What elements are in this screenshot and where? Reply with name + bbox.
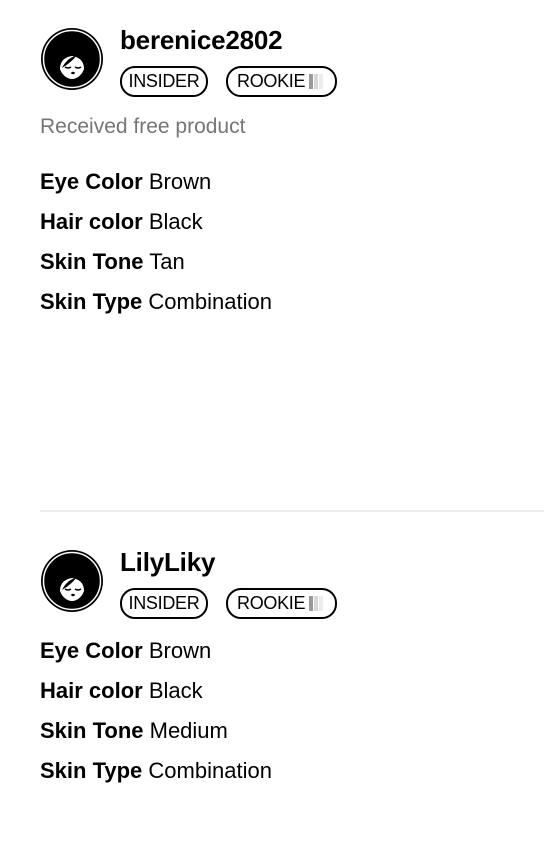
reviewer-badges: INSIDER ROOKIE	[120, 66, 337, 97]
rookie-badge-label: ROOKIE	[237, 593, 306, 613]
trait-label: Skin Type	[40, 758, 143, 783]
trait-value: Tan	[149, 249, 185, 274]
reviewer-header: berenice2802 INSIDER ROOKIE	[40, 24, 544, 97]
trait-label: Skin Tone	[40, 718, 144, 743]
review-divider	[40, 510, 544, 512]
reviewer-username[interactable]: LilyLiky	[120, 547, 215, 577]
reviewer-traits: Eye Color Brown Hair color Black Skin To…	[40, 638, 544, 798]
trait-value: Combination	[148, 758, 272, 783]
reviewer-header: LilyLiky INSIDER ROOKIE	[40, 546, 544, 619]
rookie-badge[interactable]: ROOKIE	[226, 66, 337, 97]
rank-meter-icon	[309, 596, 324, 611]
review-card: berenice2802 INSIDER ROOKIE Received fre…	[40, 24, 544, 329]
trait-value: Combination	[148, 289, 272, 314]
trait-value: Black	[148, 678, 203, 703]
trait-skin-type: Skin Type Combination	[40, 289, 544, 329]
trait-eye-color: Eye Color Brown	[40, 169, 544, 209]
rookie-badge-label: ROOKIE	[237, 71, 306, 91]
avatar-icon[interactable]	[40, 549, 104, 613]
insider-badge[interactable]: INSIDER	[120, 66, 208, 97]
trait-skin-type: Skin Type Combination	[40, 758, 544, 798]
reviewer-traits: Eye Color Brown Hair color Black Skin To…	[40, 169, 544, 329]
reviewer-badges: INSIDER ROOKIE	[120, 588, 337, 619]
trait-value: Brown	[148, 638, 212, 663]
trait-hair-color: Hair color Black	[40, 678, 544, 718]
avatar-icon[interactable]	[40, 27, 104, 91]
trait-value: Brown	[148, 169, 212, 194]
trait-value: Black	[148, 209, 203, 234]
trait-label: Hair color	[40, 209, 143, 234]
trait-label: Skin Tone	[40, 249, 144, 274]
trait-skin-tone: Skin Tone Medium	[40, 718, 544, 758]
rank-meter-icon	[309, 74, 324, 89]
reviewer-username[interactable]: berenice2802	[120, 25, 283, 55]
insider-badge[interactable]: INSIDER	[120, 588, 208, 619]
trait-label: Eye Color	[40, 638, 143, 663]
incentive-disclosure: Received free product	[40, 115, 246, 138]
rookie-badge[interactable]: ROOKIE	[226, 588, 337, 619]
trait-value: Medium	[149, 718, 228, 743]
trait-label: Eye Color	[40, 169, 143, 194]
review-card: LilyLiky INSIDER ROOKIE Eye Color Brown …	[40, 546, 544, 798]
trait-label: Hair color	[40, 678, 143, 703]
trait-eye-color: Eye Color Brown	[40, 638, 544, 678]
trait-hair-color: Hair color Black	[40, 209, 544, 249]
trait-label: Skin Type	[40, 289, 143, 314]
trait-skin-tone: Skin Tone Tan	[40, 249, 544, 289]
